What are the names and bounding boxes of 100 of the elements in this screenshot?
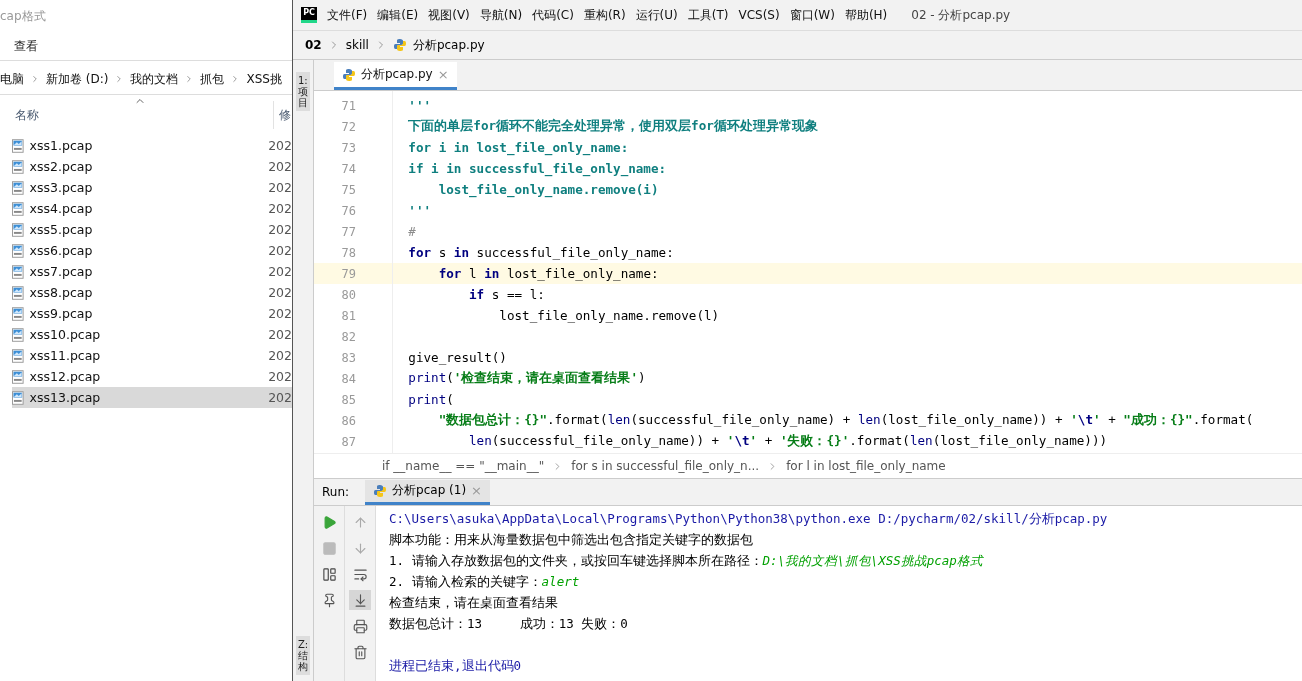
file-icon [12, 285, 24, 300]
trash-icon[interactable] [352, 644, 368, 660]
code-line: # [407, 224, 416, 239]
line-number: 87 [340, 434, 356, 449]
code-line: ''' [407, 203, 432, 218]
breadcrumb-item[interactable]: XSS挑 [246, 70, 282, 88]
breadcrumb-item[interactable]: 抓包 [200, 70, 225, 88]
file-name: xss2.pcap [29, 159, 94, 174]
print-icon[interactable] [352, 618, 368, 634]
file-date: 202 [268, 264, 292, 279]
run-icon[interactable] [321, 514, 337, 530]
editor-tab[interactable]: 分析pcap.py × [334, 62, 457, 90]
file-row[interactable]: xss4.pcap 202 [12, 198, 292, 219]
wrap-icon[interactable] [352, 566, 368, 582]
file-row[interactable]: xss3.pcap 202 [12, 177, 292, 198]
line-number: 72 [340, 119, 356, 134]
pin-icon[interactable] [321, 592, 337, 608]
menu-item[interactable]: 运行(U) [635, 6, 678, 24]
breadcrumb-item[interactable]: 新加卷 (D:) [46, 70, 109, 88]
file-date: 202 [268, 222, 292, 237]
file-name: xss7.pcap [29, 264, 94, 279]
breadcrumb-item[interactable]: for l in lost_file_only_name [786, 459, 946, 473]
line-number: 76 [340, 203, 356, 218]
menu-item[interactable]: 帮助(H) [844, 6, 888, 24]
code-line: 下面的单层for循环不能完全处理异常，使用双层for循环处理异常现象 [407, 118, 818, 135]
menu-item[interactable]: 编辑(E) [377, 6, 419, 24]
file-name: xss5.pcap [29, 222, 94, 237]
file-icon [12, 243, 24, 258]
file-name: xss11.pcap [29, 348, 102, 363]
code-line: "数据包总计：{}".format(len(successful_file_only_name) + len(lost_file_only_name)) + '\t' + "成功：{}".format( [437, 412, 1254, 429]
file-row[interactable]: xss9.pcap 202 [12, 303, 292, 324]
menu-item[interactable]: 重构(R) [583, 6, 626, 24]
line-number: 74 [340, 161, 356, 176]
menu-item[interactable]: 文件(F) [327, 6, 368, 24]
console-line: 数据包总计：13 成功：13 失败：0 [389, 616, 628, 633]
file-name: xss1.pcap [29, 138, 94, 153]
file-row[interactable]: xss12.pcap 202 [12, 366, 292, 387]
breadcrumb-item[interactable]: 我的文档 [130, 70, 179, 88]
column-header[interactable]: 修 [279, 106, 291, 124]
nav-folder[interactable]: skill [345, 38, 369, 52]
column-header[interactable]: 名称 [15, 106, 273, 124]
file-name: xss10.pcap [29, 327, 102, 342]
breadcrumb-item[interactable]: if __name__ == "__main__" [382, 459, 545, 473]
file-icon [12, 201, 24, 216]
menu-item[interactable]: 工具(T) [687, 6, 729, 24]
python-file-icon [392, 38, 407, 52]
code-line: lost_file_only_name.remove(i) [437, 182, 659, 197]
file-date: 202 [268, 285, 292, 300]
file-row[interactable]: xss8.pcap 202 [12, 282, 292, 303]
file-row[interactable]: xss10.pcap 202 [12, 324, 292, 345]
run-label: Run: [322, 485, 350, 499]
line-number: 78 [340, 245, 356, 260]
file-row[interactable]: xss2.pcap 202 [12, 156, 292, 177]
file-name: xss13.pcap [29, 390, 102, 405]
menu-item[interactable]: 窗口(W) [789, 6, 835, 24]
code-line: ''' [407, 98, 432, 113]
file-row[interactable]: xss13.pcap 202 [12, 387, 292, 408]
file-row[interactable]: xss6.pcap 202 [12, 240, 292, 261]
console-line: 1. 请输入存放数据包的文件夹，或按回车键选择脚本所在路径：D:\我的文档\抓包\XSS挑战pcap格式 [389, 553, 983, 570]
project-tool-tab[interactable]: 1: 项目 [296, 72, 310, 111]
console-line: 2. 请输入检索的关键字：alert [389, 574, 580, 591]
file-icon [12, 159, 24, 174]
file-row[interactable]: xss11.pcap 202 [12, 345, 292, 366]
nav-file[interactable]: 分析pcap.py [412, 36, 485, 54]
file-row[interactable]: xss7.pcap 202 [12, 261, 292, 282]
menu-item[interactable]: 查看 [14, 37, 38, 55]
file-icon [12, 138, 24, 153]
nav-project[interactable]: 02 [305, 38, 322, 52]
file-icon [12, 348, 24, 363]
file-row[interactable]: xss5.pcap 202 [12, 219, 292, 240]
file-icon [12, 369, 24, 384]
line-number: 79 [340, 266, 356, 281]
file-icon [12, 327, 24, 342]
breadcrumb-item[interactable]: 电脑 [0, 70, 24, 88]
code-line: lost_file_only_name.remove(l) [498, 308, 720, 323]
line-number: 82 [340, 329, 356, 344]
structure-tool-tab[interactable]: Z: 结构 [296, 636, 310, 675]
menu-item[interactable]: 视图(V) [428, 6, 470, 24]
layout-icon[interactable] [321, 566, 337, 582]
line-number: 80 [340, 287, 356, 302]
file-date: 202 [268, 390, 292, 405]
menu-item[interactable]: 代码(C) [532, 6, 574, 24]
code-line: len(successful_file_only_name)) + '\t' + '失败：{}'.format(len(lost_file_only_name))) [468, 433, 1108, 450]
menu-item[interactable]: 导航(N) [479, 6, 523, 24]
breadcrumb-item[interactable]: for s in successful_file_only_n... [571, 459, 760, 473]
window-title: 02 - 分析pcap.py [911, 6, 1011, 24]
code-line: print('检查结束，请在桌面查看结果') [407, 370, 646, 387]
menu-item[interactable]: VCS(S) [738, 8, 780, 22]
file-row[interactable]: xss1.pcap 202 [12, 135, 292, 156]
file-icon [12, 180, 24, 195]
line-number: 85 [340, 392, 356, 407]
file-date: 202 [268, 180, 292, 195]
line-number: 73 [340, 140, 356, 155]
run-tab[interactable]: 分析pcap (1) × [365, 479, 490, 505]
code-line: for i in lost_file_only_name: [407, 140, 629, 155]
console-line: 进程已结束,退出代码0 [389, 658, 522, 675]
file-name: xss9.pcap [29, 306, 94, 321]
code-line: for l in lost_file_only_name: [437, 266, 659, 281]
line-number: 75 [340, 182, 356, 197]
file-name: xss4.pcap [29, 201, 94, 216]
